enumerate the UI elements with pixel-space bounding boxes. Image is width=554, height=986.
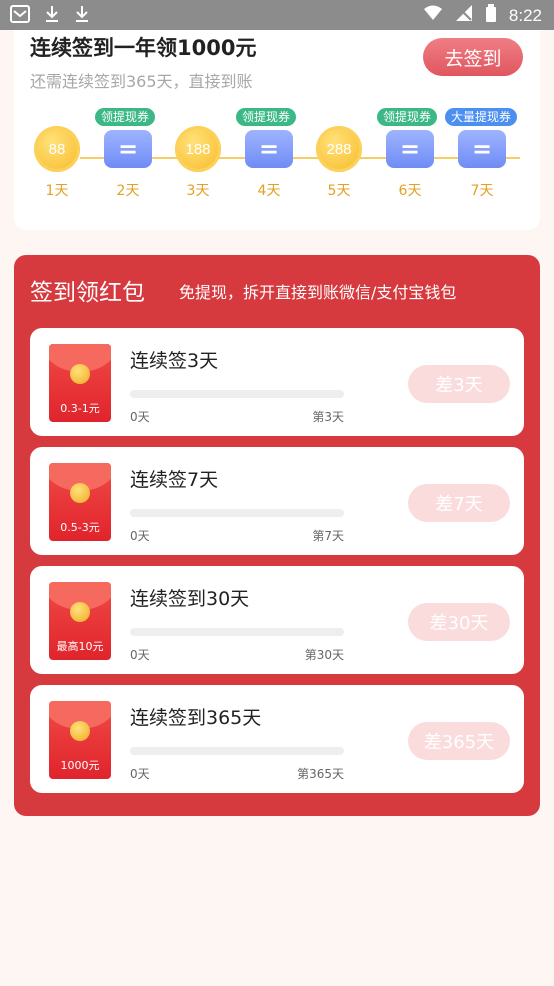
task-name: 连续签到30天 xyxy=(130,588,250,610)
day-badge: 领提现券 xyxy=(236,108,297,126)
red-envelope-icon: 0.5-3元 xyxy=(49,463,111,541)
day-badge: 领提现券 xyxy=(95,108,156,126)
day-label: 4天 xyxy=(257,183,281,199)
day-badge: 大量提现券 xyxy=(445,108,518,126)
progress-end-label: 第365天 xyxy=(297,767,344,781)
red-envelope-icon: 0.3-1元 xyxy=(49,344,111,422)
download-icon xyxy=(74,4,90,28)
task-status-button[interactable]: 差3天 xyxy=(408,365,510,403)
day-label: 7天 xyxy=(470,183,494,199)
envelope-amount: 0.3-1元 xyxy=(60,402,100,415)
task-status-button[interactable]: 差7天 xyxy=(408,484,510,522)
red-envelope-icon: 最高10元 xyxy=(49,582,111,660)
envelope-amount: 1000元 xyxy=(60,759,100,772)
day-item-6: = 6天 xyxy=(375,126,445,200)
coin-icon: 288 xyxy=(316,126,362,172)
day-item-7: = 7天 xyxy=(447,126,517,200)
checkin-card: 连续签到一年领1000元 还需连续签到365天，直接到账 去签到 领提现券 领提… xyxy=(14,30,540,230)
coupon-icon: = xyxy=(386,130,434,168)
day-label: 2天 xyxy=(116,183,140,199)
day-label: 3天 xyxy=(186,183,210,199)
wifi-icon xyxy=(423,5,443,26)
day-badge: 领提现券 xyxy=(377,108,438,126)
red-envelope-icon: 1000元 xyxy=(49,701,111,779)
envelope-amount: 0.5-3元 xyxy=(60,521,100,534)
task-status-button[interactable]: 差30天 xyxy=(408,603,510,641)
progress-bar xyxy=(130,509,344,517)
progress-start-label: 0天 xyxy=(130,767,150,781)
progress-end-label: 第3天 xyxy=(312,410,344,424)
task-name: 连续签到365天 xyxy=(130,707,262,729)
day-label: 1天 xyxy=(45,183,69,199)
panel-title: 签到领红包 xyxy=(30,280,145,306)
coin-icon: 188 xyxy=(175,126,221,172)
day-item-3: 188 3天 xyxy=(163,126,233,200)
progress-bar xyxy=(130,390,344,398)
day-label: 6天 xyxy=(398,183,422,199)
panel-subtitle: 免提现，拆开直接到账微信/支付宝钱包 xyxy=(179,283,457,302)
task-card: 0.3-1元 连续签3天 0天 第3天 差3天 xyxy=(30,328,524,436)
sign-in-button[interactable]: 去签到 xyxy=(423,38,523,76)
day-item-1: 88 1天 xyxy=(22,126,92,200)
no-sim-icon xyxy=(455,4,473,27)
day-label: 5天 xyxy=(327,183,351,199)
coin-icon: 88 xyxy=(34,126,80,172)
day-item-2: = 2天 xyxy=(93,126,163,200)
red-envelope-panel: 签到领红包 免提现，拆开直接到账微信/支付宝钱包 0.3-1元 连续签3天 0天… xyxy=(14,255,540,816)
checkin-subtitle: 还需连续签到365天，直接到账 xyxy=(30,72,253,91)
mail-icon xyxy=(10,5,30,27)
status-time: 8:22 xyxy=(508,5,542,25)
progress-bar xyxy=(130,628,344,636)
battery-icon xyxy=(485,4,497,27)
progress-end-label: 第7天 xyxy=(312,529,344,543)
progress-start-label: 0天 xyxy=(130,648,150,662)
envelope-amount: 最高10元 xyxy=(56,640,104,653)
day-item-5: 288 5天 xyxy=(304,126,374,200)
task-name: 连续签7天 xyxy=(130,469,219,491)
task-card: 最高10元 连续签到30天 0天 第30天 差30天 xyxy=(30,566,524,674)
task-card: 1000元 连续签到365天 0天 第365天 差365天 xyxy=(30,685,524,793)
day-item-4: = 4天 xyxy=(234,126,304,200)
task-card: 0.5-3元 连续签7天 0天 第7天 差7天 xyxy=(30,447,524,555)
progress-bar xyxy=(130,747,344,755)
progress-start-label: 0天 xyxy=(130,410,150,424)
checkin-title: 连续签到一年领1000元 xyxy=(30,36,257,60)
coupon-icon: = xyxy=(458,130,506,168)
coupon-icon: = xyxy=(245,130,293,168)
progress-end-label: 第30天 xyxy=(304,648,344,662)
task-status-button[interactable]: 差365天 xyxy=(408,722,510,760)
coupon-icon: = xyxy=(104,130,152,168)
download-icon xyxy=(44,4,60,28)
progress-start-label: 0天 xyxy=(130,529,150,543)
task-name: 连续签3天 xyxy=(130,350,219,372)
status-bar: 8:22 xyxy=(0,0,554,30)
